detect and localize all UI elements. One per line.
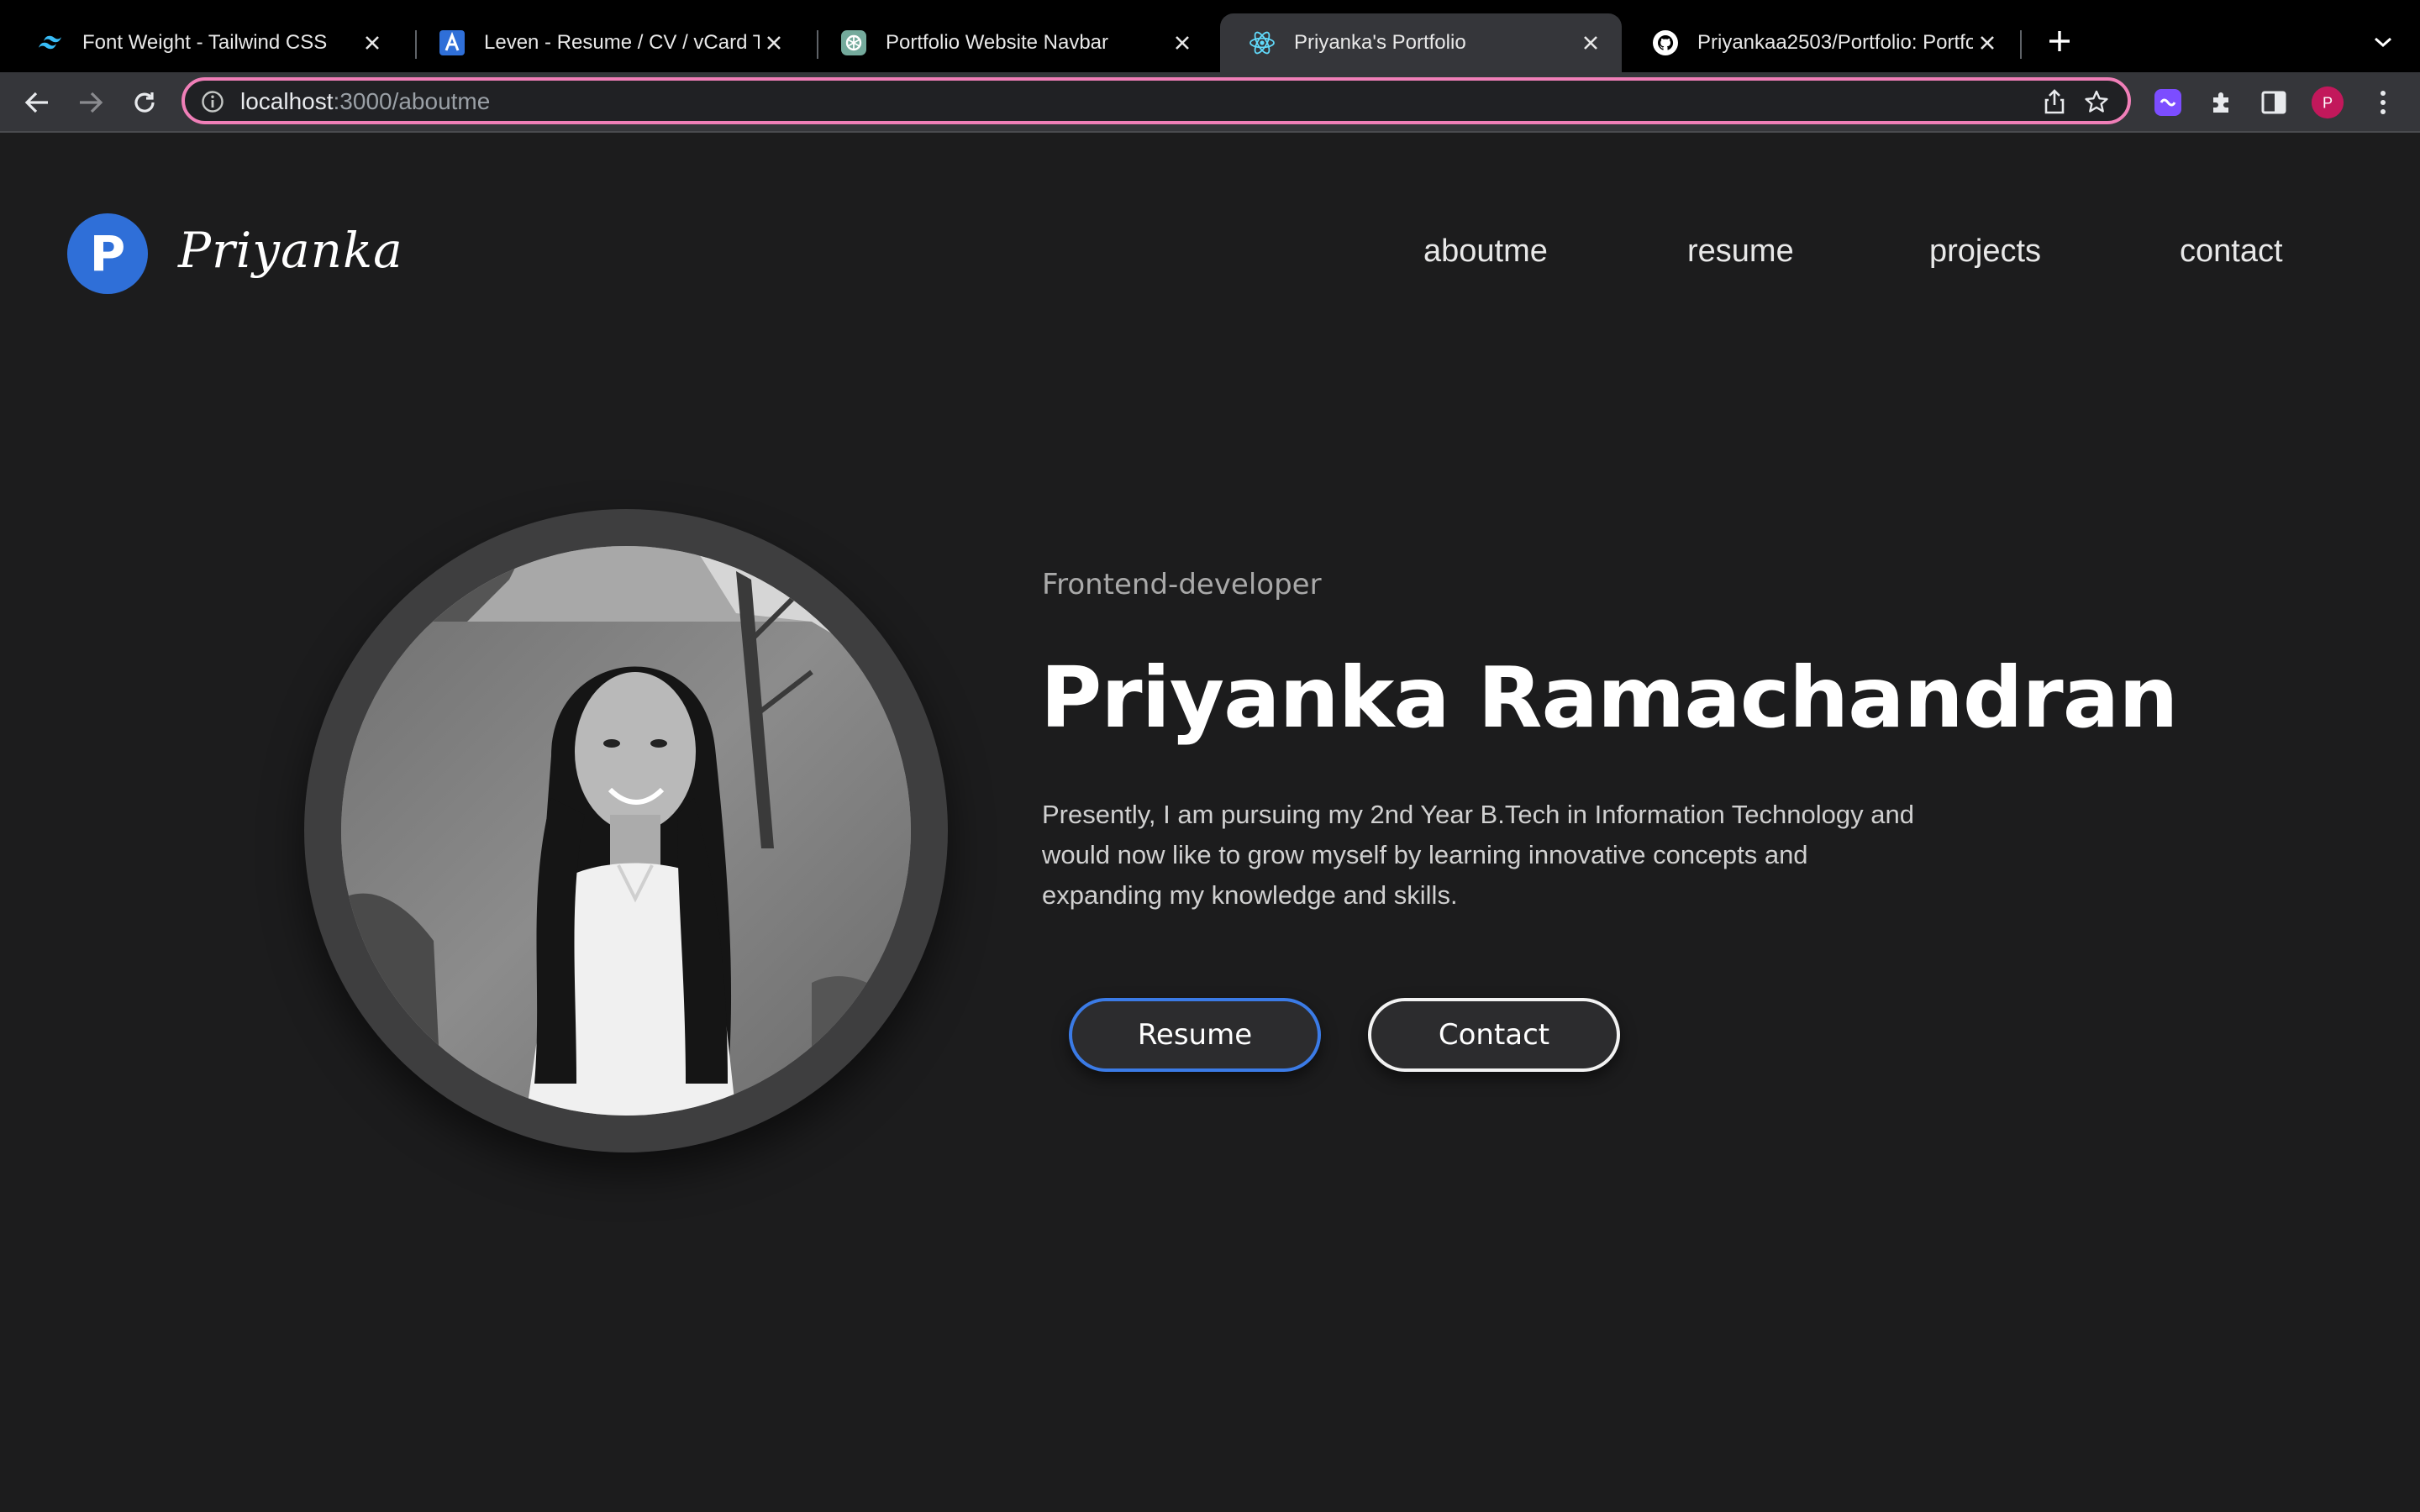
hero-name-heading: Priyanka Ramachandran bbox=[1040, 648, 2178, 747]
tab-title: Priyankaa2503/Portfolio: Portfolio bbox=[1697, 31, 1973, 54]
address-bar[interactable]: localhost:3000/aboutme bbox=[182, 77, 2131, 124]
github-icon bbox=[1652, 29, 1679, 56]
profile-initial: P bbox=[2323, 94, 2333, 111]
close-icon[interactable] bbox=[760, 29, 788, 57]
leven-icon bbox=[439, 29, 466, 56]
chatgpt-icon bbox=[840, 29, 867, 56]
page-content: P Priyanka aboutme resume projects conta… bbox=[0, 133, 2420, 1512]
reload-icon[interactable] bbox=[128, 86, 161, 119]
info-icon[interactable] bbox=[200, 89, 225, 114]
tab-strip: Font Weight - Tailwind CSS Leven - Resum… bbox=[0, 0, 2420, 72]
hero-bio: Presently, I am pursuing my 2nd Year B.T… bbox=[1042, 800, 1914, 910]
close-icon[interactable] bbox=[1168, 29, 1197, 57]
url-text: localhost:3000/aboutme bbox=[240, 87, 490, 117]
new-tab-icon[interactable] bbox=[2042, 24, 2077, 59]
nav-link-projects[interactable]: projects bbox=[1929, 234, 2041, 270]
site-logo[interactable]: P bbox=[67, 213, 148, 294]
extensions-puzzle-icon[interactable] bbox=[2205, 86, 2238, 119]
tab-title: Priyanka's Portfolio bbox=[1294, 31, 1466, 54]
tab-leven[interactable]: Leven - Resume / CV / vCard Template bbox=[410, 13, 805, 72]
react-icon bbox=[1249, 29, 1276, 56]
back-arrow-icon[interactable] bbox=[20, 86, 54, 119]
browser-toolbar: localhost:3000/aboutme P bbox=[0, 72, 2420, 131]
forward-arrow-icon[interactable] bbox=[74, 86, 108, 119]
nav-link-aboutme[interactable]: aboutme bbox=[1423, 234, 1548, 270]
tab-portfolio-navbar[interactable]: Portfolio Website Navbar bbox=[812, 13, 1213, 72]
profile-photo bbox=[341, 546, 911, 1116]
nav-link-contact[interactable]: contact bbox=[2180, 234, 2283, 270]
chevron-down-icon[interactable] bbox=[2368, 27, 2398, 57]
bookmark-star-icon[interactable] bbox=[2082, 87, 2111, 116]
tailwind-icon bbox=[37, 29, 64, 56]
tab-title: Portfolio Website Navbar bbox=[886, 31, 1109, 54]
site-logo-name[interactable]: Priyanka bbox=[178, 222, 403, 279]
resume-button[interactable]: Resume bbox=[1069, 998, 1321, 1072]
profile-photo-frame bbox=[304, 509, 948, 1152]
contact-button[interactable]: Contact bbox=[1368, 998, 1620, 1072]
close-icon[interactable] bbox=[358, 29, 387, 57]
profile-avatar[interactable]: P bbox=[2311, 86, 2344, 119]
role-subtitle: Frontend-developer bbox=[1042, 568, 1322, 601]
tab-priyanka-portfolio[interactable]: Priyanka's Portfolio bbox=[1220, 13, 1622, 72]
url-host: localhost bbox=[240, 88, 334, 114]
tab-title: Leven - Resume / CV / vCard Template bbox=[484, 31, 760, 54]
tab-title: Font Weight - Tailwind CSS bbox=[82, 31, 328, 54]
tab-separator bbox=[2020, 30, 2022, 59]
share-icon[interactable] bbox=[2040, 87, 2069, 116]
close-icon[interactable] bbox=[1576, 29, 1605, 57]
more-menu-icon[interactable] bbox=[2366, 86, 2400, 119]
tab-tailwind[interactable]: Font Weight - Tailwind CSS bbox=[8, 13, 403, 72]
tab-github[interactable]: Priyankaa2503/Portfolio: Portfolio bbox=[1623, 13, 2018, 72]
extension-purple-icon[interactable] bbox=[2151, 86, 2185, 119]
side-panel-icon[interactable] bbox=[2257, 86, 2291, 119]
url-path: :3000/aboutme bbox=[333, 88, 491, 114]
close-icon[interactable] bbox=[1973, 29, 2002, 57]
nav-link-resume[interactable]: resume bbox=[1687, 234, 1794, 270]
